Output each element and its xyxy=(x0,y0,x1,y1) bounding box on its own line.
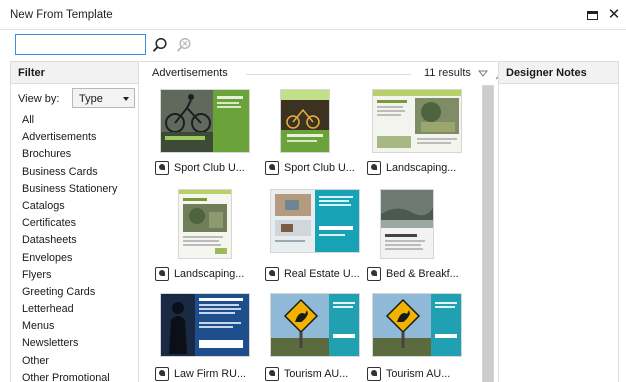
view-by-dropdown[interactable]: Type xyxy=(72,88,135,108)
template-icon xyxy=(367,367,381,381)
template-thumbnail xyxy=(381,190,433,258)
filter-item-newsletters[interactable]: Newsletters xyxy=(11,335,138,352)
template-label: Tourism AU... xyxy=(386,368,451,380)
template-icon xyxy=(265,161,279,175)
template-label: Law Firm RU... xyxy=(174,368,246,380)
template-tile[interactable]: Sport Club U... xyxy=(150,86,254,186)
filter-item-other[interactable]: Other xyxy=(11,353,138,370)
view-by-value: Type xyxy=(79,93,103,105)
filter-item-catalogs[interactable]: Catalogs xyxy=(11,198,138,215)
designer-notes-panel: Designer Notes xyxy=(498,61,619,382)
title-bar: New From Template ✕ xyxy=(0,0,626,30)
template-label-row: Law Firm RU... xyxy=(155,367,255,382)
search-bar xyxy=(0,30,626,60)
template-tile[interactable]: Tourism AU... xyxy=(362,286,466,382)
template-label: Sport Club U... xyxy=(284,162,355,174)
template-thumbnail xyxy=(281,90,329,152)
window-title: New From Template xyxy=(10,9,113,21)
template-thumbnail xyxy=(161,294,249,356)
maximize-button[interactable] xyxy=(584,7,600,23)
maximize-icon xyxy=(586,10,598,20)
results-count: 11 results xyxy=(424,67,471,79)
template-label-row: Tourism AU... xyxy=(265,367,365,382)
template-tile[interactable]: Sport Club U... xyxy=(260,86,364,186)
template-label-row: Bed & Breakf... xyxy=(367,267,467,283)
filter-item-letterhead[interactable]: Letterhead xyxy=(11,301,138,318)
clear-search-icon xyxy=(176,37,191,52)
template-label: Sport Club U... xyxy=(174,162,245,174)
template-icon xyxy=(155,267,169,281)
results-header: Advertisements 11 results xyxy=(152,67,505,83)
template-thumbnail xyxy=(271,190,359,252)
template-label-row: Landscaping... xyxy=(155,267,255,283)
results-scrollbar[interactable] xyxy=(482,86,494,382)
template-thumbnail xyxy=(373,294,461,356)
template-icon xyxy=(265,367,279,381)
filter-item-certificates[interactable]: Certificates xyxy=(11,215,138,232)
filter-item-datasheets[interactable]: Datasheets xyxy=(11,232,138,249)
filter-item-menus[interactable]: Menus xyxy=(11,318,138,335)
template-label-row: Real Estate U... xyxy=(265,267,365,283)
template-label: Landscaping... xyxy=(386,162,457,174)
filter-item-flyers[interactable]: Flyers xyxy=(11,267,138,284)
filter-header: Filter xyxy=(11,62,138,84)
filter-item-brochures[interactable]: Brochures xyxy=(11,146,138,163)
view-by-row: View by: Type xyxy=(11,84,138,112)
filter-item-advertisements[interactable]: Advertisements xyxy=(11,129,138,146)
search-input[interactable] xyxy=(15,34,146,55)
search-button[interactable] xyxy=(151,36,169,54)
close-button[interactable]: ✕ xyxy=(606,7,622,23)
filter-item-greeting-cards[interactable]: Greeting Cards xyxy=(11,284,138,301)
template-label-row: Tourism AU... xyxy=(367,367,467,382)
template-thumbnail xyxy=(179,190,231,258)
close-icon: ✕ xyxy=(607,6,621,23)
template-icon xyxy=(155,161,169,175)
designer-notes-header: Designer Notes xyxy=(499,62,618,84)
template-tile[interactable]: Bed & Breakf... xyxy=(362,186,466,286)
template-label: Landscaping... xyxy=(174,268,245,280)
template-icon xyxy=(265,267,279,281)
chevron-down-icon xyxy=(123,97,129,101)
results-panel: Advertisements 11 results Sport Club U..… xyxy=(140,61,505,382)
template-grid: Sport Club U... Sport Club U... Landscap… xyxy=(150,86,480,382)
template-thumbnail xyxy=(271,294,359,356)
template-label-row: Sport Club U... xyxy=(265,161,365,177)
template-tile[interactable]: Law Firm RU... xyxy=(150,286,254,382)
view-by-label: View by: xyxy=(18,93,60,105)
filter-item-other-promotional[interactable]: Other Promotional xyxy=(11,370,138,382)
filter-item-business-cards[interactable]: Business Cards xyxy=(11,164,138,181)
filter-item-business-stationery[interactable]: Business Stationery xyxy=(11,181,138,198)
scrollbar-thumb[interactable] xyxy=(483,86,493,382)
sort-dropdown-icon[interactable] xyxy=(478,70,488,78)
template-label: Tourism AU... xyxy=(284,368,349,380)
category-title: Advertisements xyxy=(152,67,228,79)
template-label-row: Sport Club U... xyxy=(155,161,255,177)
template-tile[interactable]: Landscaping... xyxy=(150,186,254,286)
filter-item-envelopes[interactable]: Envelopes xyxy=(11,250,138,267)
template-label: Real Estate U... xyxy=(284,268,360,280)
search-icon xyxy=(152,37,167,52)
template-icon xyxy=(367,267,381,281)
template-label-row: Landscaping... xyxy=(367,161,467,177)
template-icon xyxy=(367,161,381,175)
template-thumbnail xyxy=(161,90,249,152)
header-divider xyxy=(246,74,411,75)
template-tile[interactable]: Tourism AU... xyxy=(260,286,364,382)
filter-item-all[interactable]: All xyxy=(11,112,138,129)
template-icon xyxy=(155,367,169,381)
filter-list: All Advertisements Brochures Business Ca… xyxy=(11,112,138,382)
template-label: Bed & Breakf... xyxy=(386,268,459,280)
template-tile[interactable]: Landscaping... xyxy=(362,86,466,186)
clear-search-button[interactable] xyxy=(175,36,193,54)
template-tile[interactable]: Real Estate U... xyxy=(260,186,364,286)
template-thumbnail xyxy=(373,90,461,152)
filter-panel: Filter View by: Type All Advertisements … xyxy=(10,61,139,382)
